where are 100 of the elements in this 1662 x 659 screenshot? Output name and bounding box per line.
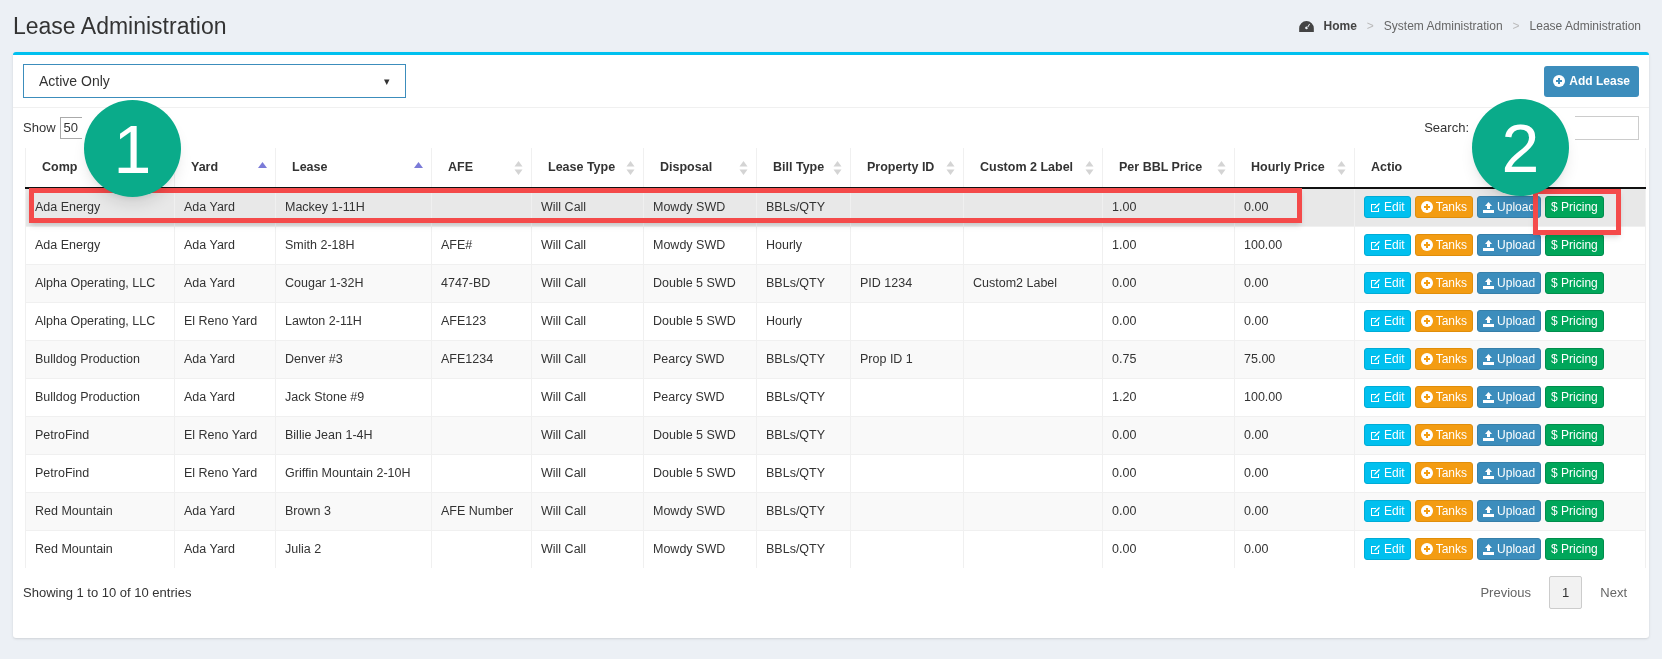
table-cell: Will Call — [541, 275, 587, 290]
table-cell: Red Mountain — [35, 541, 113, 556]
sort-icon[interactable] — [1085, 161, 1094, 175]
table-cell: Ada Yard — [184, 541, 235, 556]
upload-button[interactable]: Upload — [1477, 462, 1542, 484]
table-cell: Hourly — [766, 237, 803, 252]
table-cell: 0.00 — [1244, 313, 1269, 328]
upload-icon — [1483, 201, 1495, 213]
edit-button[interactable]: Edit — [1364, 462, 1411, 484]
column-header[interactable]: Property ID — [867, 160, 935, 175]
table-cell: 1.00 — [1112, 199, 1137, 214]
tanks-button[interactable]: Tanks — [1414, 272, 1474, 294]
pricing-button[interactable]: $ Pricing — [1545, 310, 1604, 332]
edit-icon — [1370, 467, 1381, 479]
breadcrumb-link[interactable]: Lease Administration — [1529, 17, 1641, 35]
upload-button[interactable]: Upload — [1477, 234, 1542, 256]
edit-button[interactable]: Edit — [1364, 196, 1411, 219]
tanks-button[interactable]: Tanks — [1414, 500, 1474, 522]
pricing-button[interactable]: $ Pricing — [1545, 196, 1604, 219]
pagination-link[interactable]: 1 — [1549, 576, 1583, 609]
column-header[interactable]: Custom 2 Label — [980, 160, 1074, 175]
dashboard-icon — [1298, 20, 1314, 32]
upload-button[interactable]: Upload — [1477, 272, 1542, 294]
tanks-button[interactable]: Tanks — [1414, 348, 1474, 370]
sort-icon[interactable] — [514, 161, 523, 175]
edit-button[interactable]: Edit — [1364, 538, 1411, 561]
tanks-button[interactable]: Tanks — [1414, 234, 1474, 256]
edit-button[interactable]: Edit — [1364, 424, 1411, 446]
tanks-button[interactable]: Tanks — [1414, 310, 1474, 332]
column-header[interactable]: AFE — [448, 160, 473, 175]
column-header[interactable]: Actio — [1371, 160, 1403, 175]
table-cell: Double 5 SWD — [653, 275, 736, 290]
pricing-button[interactable]: $ Pricing — [1545, 462, 1604, 484]
column-header[interactable]: Yard — [191, 160, 219, 175]
pricing-button[interactable]: $ Pricing — [1545, 424, 1604, 446]
table-cell: Will Call — [541, 465, 587, 480]
breadcrumb-link[interactable]: Home — [1323, 17, 1357, 35]
tanks-button[interactable]: Tanks — [1414, 196, 1474, 219]
sort-icon[interactable] — [739, 161, 748, 175]
upload-button[interactable]: Upload — [1477, 424, 1542, 446]
sort-icon[interactable] — [626, 161, 635, 175]
edit-button[interactable]: Edit — [1364, 386, 1411, 408]
pricing-button[interactable]: $ Pricing — [1545, 234, 1604, 256]
upload-button[interactable]: Upload — [1477, 310, 1542, 332]
column-header[interactable]: Hourly Price — [1251, 160, 1325, 175]
column-header[interactable]: Disposal — [660, 160, 713, 175]
add-lease-button[interactable]: Add Lease — [1544, 65, 1639, 97]
tanks-button[interactable]: Tanks — [1414, 386, 1474, 408]
table-cell: 0.00 — [1244, 427, 1269, 442]
edit-button[interactable]: Edit — [1364, 272, 1411, 294]
pagination-link[interactable]: Previous — [1468, 576, 1544, 609]
upload-button[interactable]: Upload — [1477, 386, 1542, 408]
column-header[interactable]: Lease Type — [548, 160, 616, 175]
table-cell: Cougar 1-32H — [285, 275, 364, 290]
pricing-button[interactable]: $ Pricing — [1545, 348, 1604, 370]
table-cell: Mowdy SWD — [653, 541, 726, 556]
column-header[interactable]: Lease — [292, 160, 328, 175]
sort-icon[interactable] — [1217, 161, 1226, 175]
table-cell: 0.00 — [1244, 465, 1269, 480]
page-size-select[interactable]: 50 — [59, 117, 82, 139]
breadcrumb-link[interactable]: System Administration — [1383, 17, 1503, 35]
pricing-button[interactable]: $ Pricing — [1545, 386, 1604, 408]
upload-button[interactable]: Upload — [1477, 538, 1542, 561]
table-cell: 0.00 — [1112, 503, 1137, 518]
edit-button[interactable]: Edit — [1364, 310, 1411, 332]
sort-icon[interactable] — [833, 161, 842, 175]
pricing-button[interactable]: $ Pricing — [1545, 272, 1604, 294]
filter-dropdown[interactable]: Active Only ▾ — [23, 64, 406, 98]
column-header[interactable]: Comp — [42, 160, 78, 175]
edit-icon — [1370, 315, 1381, 327]
upload-button[interactable]: Upload — [1477, 348, 1542, 370]
search-field[interactable] — [1575, 116, 1639, 140]
table-cell: Denver #3 — [285, 351, 343, 366]
table-cell: 1.00 — [1112, 237, 1137, 252]
table-cell: Pearcy SWD — [653, 351, 725, 366]
pagination-link[interactable]: Next — [1588, 576, 1639, 609]
pricing-button[interactable]: $ Pricing — [1545, 500, 1604, 522]
plus-circle-icon — [1420, 239, 1433, 251]
table-cell: Will Call — [541, 541, 587, 556]
table-cell: Will Call — [541, 503, 587, 518]
upload-button[interactable]: Upload — [1477, 500, 1542, 522]
column-header[interactable]: Bill Type — [773, 160, 825, 175]
tanks-button[interactable]: Tanks — [1414, 538, 1474, 561]
tanks-button[interactable]: Tanks — [1414, 424, 1474, 446]
table-cell: BBLs/QTY — [766, 503, 826, 518]
edit-button[interactable]: Edit — [1364, 348, 1411, 370]
edit-button[interactable]: Edit — [1364, 500, 1411, 522]
sort-icon[interactable] — [946, 161, 955, 175]
tanks-button[interactable]: Tanks — [1414, 462, 1474, 484]
table-cell: 0.00 — [1112, 465, 1137, 480]
edit-button[interactable]: Edit — [1364, 234, 1411, 256]
upload-icon — [1483, 543, 1495, 555]
sort-icon[interactable] — [1337, 161, 1346, 175]
table-cell: Alpha Operating, LLC — [35, 275, 156, 290]
upload-icon — [1483, 353, 1495, 365]
pricing-button[interactable]: $ Pricing — [1545, 538, 1604, 561]
column-header[interactable]: Per BBL Price — [1119, 160, 1203, 175]
table-cell: Will Call — [541, 237, 587, 252]
table-cell: 100.00 — [1244, 237, 1283, 252]
table-cell: Billie Jean 1-4H — [285, 427, 373, 442]
